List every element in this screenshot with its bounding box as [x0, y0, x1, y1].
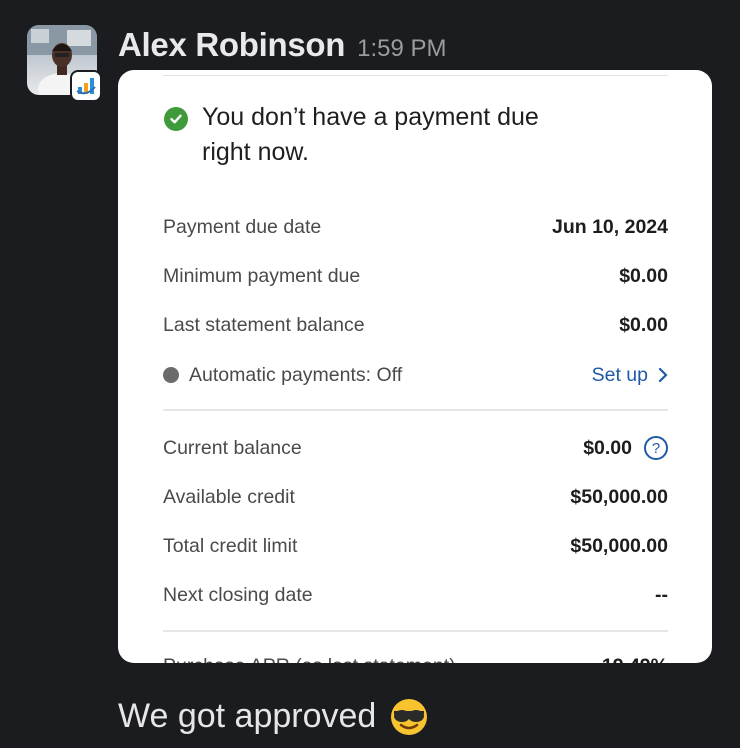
row-label: Available credit — [163, 485, 295, 508]
row-label: Payment due date — [163, 215, 322, 238]
row-value: $50,000.00 — [570, 534, 668, 557]
banner-text: You don’t have a payment due right now. — [202, 103, 539, 166]
row-current-balance: Current balance $0.00 ? — [163, 433, 668, 463]
row-label: Next closing date — [163, 583, 313, 606]
help-icon[interactable]: ? — [644, 436, 668, 460]
sender-name[interactable]: Alex Robinson — [118, 26, 345, 64]
autopay-status: Automatic payments: Off — [189, 363, 403, 386]
setup-autopay-link[interactable]: Set up — [592, 364, 668, 387]
check-circle-icon — [164, 107, 188, 131]
timestamp[interactable]: 1:59 PM — [357, 35, 446, 63]
row-label: Automatic payments: Off — [163, 364, 402, 387]
row-label: Total credit limit — [163, 534, 298, 557]
row-value: -- — [655, 583, 668, 606]
app-badge-icon — [70, 70, 102, 102]
message-text[interactable]: We got approved — [118, 697, 428, 736]
message-header: Alex Robinson 1:59 PM — [118, 26, 447, 64]
payment-summary-card[interactable]: You don’t have a payment due right now. … — [118, 70, 712, 663]
row-available-credit: Available credit $50,000.00 — [163, 482, 668, 512]
row-value: $0.00 — [619, 264, 668, 287]
current-balance-value: $0.00 — [583, 436, 632, 459]
row-minimum-payment: Minimum payment due $0.00 — [163, 261, 668, 291]
row-next-closing-date: Next closing date -- — [163, 580, 668, 610]
row-label: Current balance — [163, 436, 302, 459]
row-purchase-apr: Purchase APR (as last statement) 19.49% — [163, 655, 668, 663]
section-divider — [163, 630, 668, 632]
row-value: $50,000.00 — [570, 485, 668, 508]
row-last-statement-balance: Last statement balance $0.00 — [163, 310, 668, 340]
row-total-credit-limit: Total credit limit $50,000.00 — [163, 531, 668, 561]
card-divider — [163, 75, 668, 76]
row-value: $0.00 ? — [583, 436, 668, 460]
row-label: Minimum payment due — [163, 264, 361, 287]
payment-status-banner: You don’t have a payment due right now. — [164, 100, 582, 170]
row-value: 19.49% — [602, 655, 668, 663]
chevron-right-icon — [658, 367, 668, 383]
row-label: Purchase APR (as last statement) — [163, 655, 456, 663]
row-value: $0.00 — [619, 313, 668, 336]
section-divider — [163, 409, 668, 411]
message-body: We got approved — [118, 697, 377, 735]
sunglasses-emoji-icon — [390, 698, 428, 736]
setup-label: Set up — [591, 363, 648, 386]
row-payment-due-date: Payment due date Jun 10, 2024 — [163, 212, 668, 242]
status-dot-icon — [163, 367, 179, 383]
row-value: Jun 10, 2024 — [552, 215, 668, 238]
row-label: Last statement balance — [163, 313, 365, 336]
row-automatic-payments: Automatic payments: Off Set up — [163, 360, 668, 390]
